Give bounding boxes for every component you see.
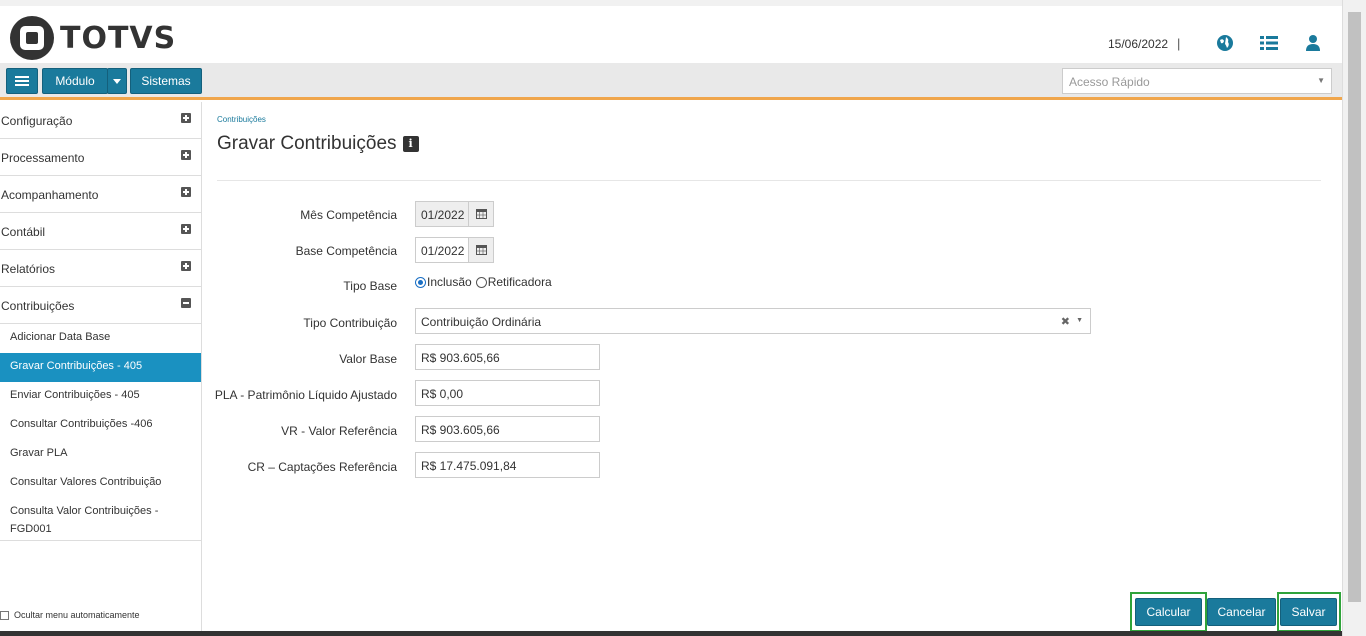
sidebar-item-label: Configuração bbox=[1, 114, 73, 128]
submenu-item-gravar-pla[interactable]: Gravar PLA bbox=[0, 440, 201, 469]
expand-icon[interactable] bbox=[181, 224, 191, 234]
auto-hide-toggle[interactable]: Ocultar menu automaticamente bbox=[0, 610, 140, 620]
hamburger-menu-button[interactable] bbox=[6, 68, 38, 94]
sidebar: Configuração Processamento Acompanhament… bbox=[0, 102, 202, 632]
totvs-logo-icon bbox=[10, 16, 54, 60]
sistemas-button[interactable]: Sistemas bbox=[130, 68, 202, 94]
modulo-button[interactable]: Módulo bbox=[42, 68, 108, 94]
salvar-button[interactable]: Salvar bbox=[1280, 598, 1337, 626]
sidebar-item-label: Contábil bbox=[1, 225, 46, 239]
quick-access-select[interactable]: Acesso Rápido ▼ bbox=[1062, 68, 1332, 94]
bottom-strip bbox=[0, 631, 1342, 636]
calendar-button[interactable] bbox=[468, 237, 494, 263]
breadcrumb[interactable]: Contribuições bbox=[217, 115, 266, 124]
mes-competencia-label: Mês Competência bbox=[300, 208, 397, 222]
radio-retificadora[interactable] bbox=[475, 276, 487, 288]
tipo-contribuicao-select[interactable]: Contribuição Ordinária ✖ ▼ bbox=[415, 308, 1091, 334]
radio-inclusao[interactable] bbox=[415, 276, 426, 288]
submenu-item-consultar-valores[interactable]: Consultar Valores Contribuição bbox=[0, 469, 201, 498]
clear-icon[interactable]: ✖ bbox=[1061, 315, 1070, 328]
submenu-item-enviar-contribuicoes[interactable]: Enviar Contribuições - 405 bbox=[0, 382, 201, 411]
vertical-scrollbar[interactable] bbox=[1342, 0, 1366, 636]
valor-base-label: Valor Base bbox=[339, 352, 397, 366]
sidebar-submenu: Adicionar Data Base Gravar Contribuições… bbox=[0, 324, 201, 541]
cancelar-button[interactable]: Cancelar bbox=[1207, 598, 1276, 626]
hamburger-icon bbox=[15, 74, 29, 88]
cr-input[interactable]: R$ 17.475.091,84 bbox=[415, 452, 600, 478]
brand-name: TOTVS bbox=[60, 20, 177, 56]
calendar-button[interactable] bbox=[468, 201, 494, 227]
header-separator: | bbox=[1177, 36, 1181, 51]
main-content: Contribuições Gravar Contribuições i Mês… bbox=[203, 102, 1342, 632]
info-icon[interactable]: i bbox=[402, 136, 419, 152]
sidebar-item-contribuicoes[interactable]: Contribuições bbox=[0, 287, 201, 324]
toolbar: Módulo Sistemas Acesso Rápido ▼ bbox=[0, 63, 1342, 100]
radio-retificadora-label[interactable]: Retificadora bbox=[488, 275, 552, 289]
valor-base-input[interactable]: R$ 903.605,66 bbox=[415, 344, 600, 370]
calcular-button[interactable]: Calcular bbox=[1135, 598, 1202, 626]
radio-inclusao-label[interactable]: Inclusão bbox=[427, 275, 472, 289]
base-competencia-label: Base Competência bbox=[295, 244, 397, 258]
chevron-down-icon: ▼ bbox=[1317, 76, 1325, 85]
expand-icon[interactable] bbox=[181, 261, 191, 271]
user-icon[interactable] bbox=[1303, 33, 1323, 53]
submenu-item-gravar-contribuicoes[interactable]: Gravar Contribuições - 405 bbox=[0, 353, 201, 382]
sidebar-item-label: Acompanhamento bbox=[1, 188, 99, 202]
chevron-down-icon[interactable]: ▼ bbox=[1076, 317, 1083, 324]
quick-access-placeholder: Acesso Rápido bbox=[1069, 75, 1150, 89]
title-divider bbox=[217, 180, 1321, 181]
tipo-contribuicao-value: Contribuição Ordinária bbox=[421, 315, 542, 329]
current-date: 15/06/2022 bbox=[1108, 37, 1169, 51]
base-competencia-field[interactable]: 01/2022 bbox=[415, 237, 494, 263]
sidebar-item-label: Contribuições bbox=[1, 299, 75, 313]
cr-label: CR – Captações Referência bbox=[247, 460, 397, 474]
mes-competencia-value: 01/2022 bbox=[421, 208, 465, 222]
sidebar-item-relatorios[interactable]: Relatórios bbox=[0, 250, 201, 287]
expand-icon[interactable] bbox=[181, 113, 191, 123]
scrollbar-thumb[interactable] bbox=[1348, 12, 1361, 602]
auto-hide-checkbox[interactable] bbox=[0, 610, 9, 620]
sidebar-item-configuracao[interactable]: Configuração bbox=[0, 102, 201, 139]
calendar-icon bbox=[476, 245, 487, 255]
tipo-base-radio-group: Inclusão Retificadora bbox=[415, 275, 552, 289]
collapse-icon[interactable] bbox=[181, 298, 191, 308]
sidebar-item-label: Processamento bbox=[1, 151, 85, 165]
tipo-base-label: Tipo Base bbox=[343, 279, 397, 293]
totvs-logo[interactable]: TOTVS bbox=[10, 16, 176, 60]
vr-input[interactable]: R$ 903.605,66 bbox=[415, 416, 600, 442]
top-header: TOTVS 15/06/2022 | bbox=[0, 0, 1366, 63]
sidebar-item-processamento[interactable]: Processamento bbox=[0, 139, 201, 176]
caret-down-icon bbox=[113, 78, 121, 84]
list-icon[interactable] bbox=[1259, 33, 1279, 53]
tipo-contribuicao-label: Tipo Contribuição bbox=[303, 316, 397, 330]
mes-competencia-field[interactable]: 01/2022 bbox=[415, 201, 494, 227]
expand-icon[interactable] bbox=[181, 187, 191, 197]
auto-hide-label: Ocultar menu automaticamente bbox=[14, 610, 140, 620]
calendar-icon bbox=[476, 209, 487, 219]
globe-icon[interactable] bbox=[1215, 33, 1235, 53]
base-competencia-value: 01/2022 bbox=[421, 244, 465, 258]
page-title-row: Gravar Contribuições i bbox=[217, 133, 419, 155]
expand-icon[interactable] bbox=[181, 150, 191, 160]
page-title: Gravar Contribuições bbox=[217, 133, 397, 154]
sidebar-item-contabil[interactable]: Contábil bbox=[0, 213, 201, 250]
sidebar-item-label: Relatórios bbox=[1, 262, 56, 276]
submenu-item-adicionar-data-base[interactable]: Adicionar Data Base bbox=[0, 324, 201, 353]
pla-input[interactable]: R$ 0,00 bbox=[415, 380, 600, 406]
sidebar-item-acompanhamento[interactable]: Acompanhamento bbox=[0, 176, 201, 213]
submenu-item-consulta-valor-fgd001[interactable]: Consulta Valor Contribuições - FGD001 bbox=[0, 498, 201, 538]
submenu-divider bbox=[0, 540, 201, 541]
pla-label: PLA - Patrimônio Líquido Ajustado bbox=[214, 388, 397, 402]
submenu-item-consultar-contribuicoes[interactable]: Consultar Contribuições -406 bbox=[0, 411, 201, 440]
vr-label: VR - Valor Referência bbox=[281, 424, 397, 438]
modulo-dropdown-button[interactable] bbox=[107, 68, 127, 94]
